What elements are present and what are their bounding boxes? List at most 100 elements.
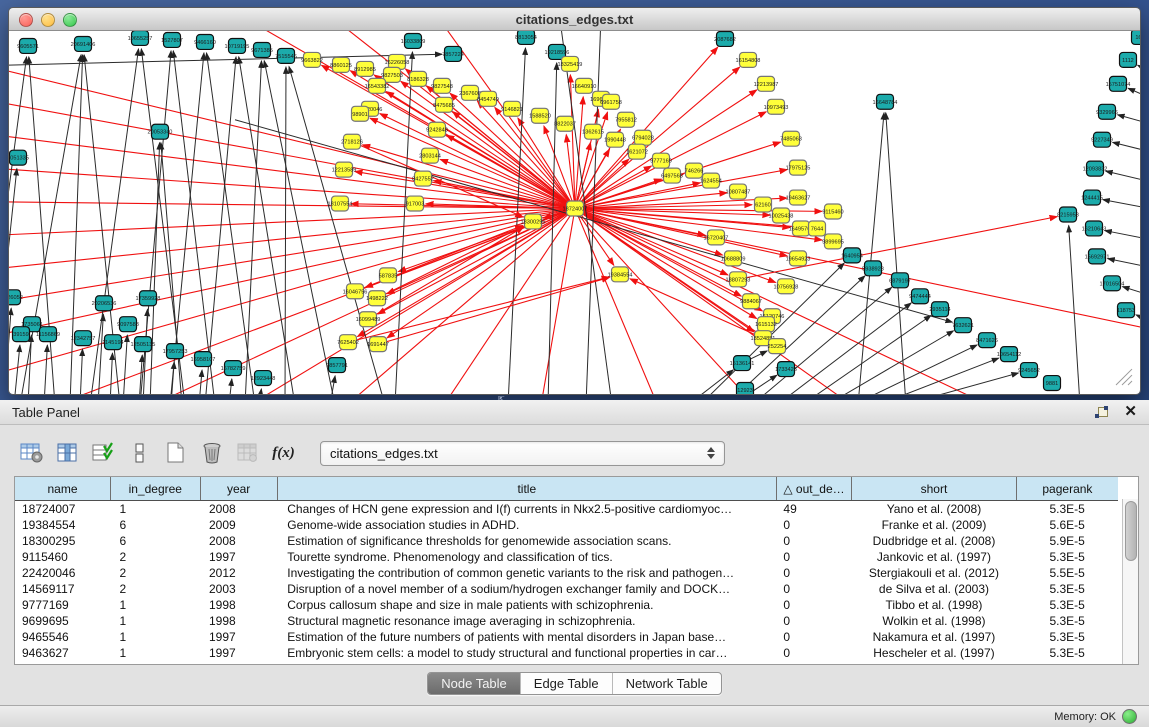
graph-node[interactable]: 12923 bbox=[737, 383, 754, 394]
graph-node[interactable]: 7857224 bbox=[442, 46, 464, 61]
graph-node[interactable]: 5938923 bbox=[862, 261, 884, 276]
table-row[interactable]: 1872400712008Changes of HCN gene express… bbox=[15, 501, 1118, 518]
graph-node[interactable]: 9097588 bbox=[117, 317, 139, 332]
graph-node[interactable]: 12342757 bbox=[71, 331, 96, 346]
graph-node[interactable]: 16210643 bbox=[1082, 221, 1107, 236]
graph-node[interactable]: 1112 bbox=[1120, 52, 1137, 67]
table-settings-button[interactable] bbox=[18, 441, 45, 466]
graph-node[interactable]: 9466160 bbox=[194, 34, 216, 49]
graph-node[interactable]: 1498222 bbox=[366, 291, 388, 306]
graph-node[interactable]: 8860125 bbox=[330, 57, 352, 72]
graph-node[interactable]: 118753 bbox=[1117, 303, 1135, 318]
graph-node[interactable]: 9857791 bbox=[326, 358, 348, 373]
close-panel-icon[interactable]: ✕ bbox=[1124, 406, 1137, 418]
network-window-titlebar[interactable]: citations_edges.txt bbox=[9, 8, 1140, 31]
graph-node[interactable]: 6879197 bbox=[889, 273, 911, 288]
graph-node[interactable]: 8427552 bbox=[412, 171, 434, 186]
graph-node[interactable]: 11156869 bbox=[36, 327, 60, 342]
graph-node[interactable]: 746266 bbox=[685, 163, 704, 178]
tab-node-table[interactable]: Node Table bbox=[428, 673, 520, 694]
graph-node[interactable]: 10756928 bbox=[774, 279, 799, 294]
graph-node[interactable]: 6794028 bbox=[632, 130, 654, 145]
graph-node[interactable]: 10807487 bbox=[726, 184, 751, 199]
graph-node[interactable]: 6497568 bbox=[661, 168, 683, 183]
graph-node[interactable]: 12213987 bbox=[754, 76, 779, 91]
graph-node[interactable]: 17359928 bbox=[136, 291, 161, 306]
graph-node[interactable]: 2935114 bbox=[929, 302, 950, 317]
graph-node[interactable]: 9115460 bbox=[822, 204, 843, 219]
graph-node[interactable]: 1244415 bbox=[1081, 190, 1103, 205]
graph-node[interactable]: 16543382 bbox=[365, 78, 390, 93]
create-new-table-button[interactable] bbox=[162, 441, 189, 466]
graph-node[interactable]: 16046756 bbox=[343, 284, 368, 299]
graph-node[interactable]: 9881 bbox=[1044, 376, 1061, 391]
graph-node[interactable]: 12505135 bbox=[131, 337, 156, 352]
column-header[interactable]: short bbox=[852, 477, 1017, 501]
resize-grip-icon[interactable] bbox=[1116, 369, 1132, 385]
close-window-button[interactable] bbox=[19, 13, 33, 27]
graph-node[interactable]: 9227349 bbox=[1091, 132, 1113, 147]
graph-node[interactable]: 8186328 bbox=[407, 71, 429, 86]
graph-node[interactable]: 10688809 bbox=[721, 251, 746, 266]
table-row[interactable]: 946554611997Estimation of the future num… bbox=[15, 629, 1118, 645]
graph-node[interactable]: 7515546 bbox=[275, 48, 297, 63]
graph-node[interactable]: 8822037 bbox=[554, 116, 576, 131]
graph-node[interactable]: 18107554 bbox=[328, 196, 353, 211]
graph-node[interactable]: 12923448 bbox=[251, 371, 276, 386]
graph-node[interactable]: 9663822 bbox=[301, 52, 323, 67]
graph-node[interactable]: 16640910 bbox=[572, 78, 597, 93]
table-row[interactable]: 977716911998Corpus callosum shape and si… bbox=[15, 597, 1118, 613]
graph-node[interactable]: 7955812 bbox=[615, 112, 637, 127]
graph-node[interactable]: 6961758 bbox=[600, 94, 622, 109]
graph-node[interactable]: 15751074 bbox=[1106, 76, 1131, 91]
select-rows-button[interactable] bbox=[90, 441, 117, 466]
tab-edge-table[interactable]: Edge Table bbox=[520, 673, 612, 694]
graph-node[interactable]: 19654923 bbox=[786, 251, 811, 266]
graph-node[interactable]: 2051335 bbox=[9, 150, 29, 165]
graph-node[interactable]: 10654112 bbox=[997, 347, 1021, 362]
graph-node[interactable]: 20206536 bbox=[92, 296, 117, 311]
table-row[interactable]: 1938455462009Genome-wide association stu… bbox=[15, 517, 1118, 533]
graph-node[interactable]: 8475685 bbox=[433, 97, 455, 112]
graph-node[interactable]: 17016504 bbox=[1100, 276, 1125, 291]
graph-node[interactable]: 17957253 bbox=[163, 344, 188, 359]
graph-node[interactable]: 2087682 bbox=[714, 31, 736, 46]
vertical-scrollbar[interactable] bbox=[1122, 499, 1138, 664]
graph-node[interactable]: 9329966 bbox=[1096, 104, 1118, 119]
graph-node[interactable]: 8454749 bbox=[477, 91, 499, 106]
graph-node[interactable]: 16782759 bbox=[221, 361, 246, 376]
graph-node[interactable]: 1621072 bbox=[626, 144, 648, 159]
graph-node[interactable]: 9827548 bbox=[431, 78, 453, 93]
graph-node[interactable]: 10025438 bbox=[769, 208, 794, 223]
graph-node[interactable]: 2718126 bbox=[341, 134, 363, 149]
graph-node[interactable]: 17975125 bbox=[786, 160, 811, 175]
delete-table-button[interactable] bbox=[198, 441, 225, 466]
graph-node[interactable]: 20053340 bbox=[148, 124, 173, 139]
graph-node[interactable]: 19463627 bbox=[786, 190, 811, 205]
graph-node[interactable]: 10655257 bbox=[128, 31, 153, 45]
graph-node[interactable]: 7485063 bbox=[780, 131, 802, 146]
graph-node[interactable]: 18300295 bbox=[521, 214, 546, 229]
graph-node[interactable]: 9245652 bbox=[1018, 363, 1040, 378]
graph-node[interactable]: 2803144 bbox=[419, 148, 441, 163]
graph-node[interactable]: 9605571 bbox=[17, 38, 39, 53]
graph-node[interactable]: 16720407 bbox=[704, 230, 729, 245]
graph-node[interactable]: 18807293 bbox=[726, 272, 751, 287]
graph-node[interactable]: 16648784 bbox=[873, 94, 898, 109]
graph-node[interactable]: 1640954 bbox=[841, 248, 863, 263]
graph-node[interactable]: 1145194 bbox=[102, 335, 123, 350]
scrollbar-thumb[interactable] bbox=[1125, 501, 1137, 561]
float-panel-icon[interactable] bbox=[1095, 406, 1108, 418]
table-row[interactable]: 946362711997Embryonic stem cells: a mode… bbox=[15, 645, 1118, 661]
graph-node[interactable]: 9777169 bbox=[650, 153, 672, 168]
graph-node[interactable]: 98901 bbox=[352, 106, 369, 121]
graph-node[interactable]: 16154808 bbox=[736, 52, 761, 67]
graph-node[interactable]: 164 bbox=[1132, 31, 1141, 44]
minimize-window-button[interactable] bbox=[41, 13, 55, 27]
table-row[interactable]: 1456911722003Disruption of a novel membe… bbox=[15, 581, 1118, 597]
graph-node[interactable]: 16958107 bbox=[191, 352, 216, 367]
graph-node[interactable]: 62160 bbox=[755, 197, 772, 212]
graph-node[interactable]: 9899695 bbox=[822, 234, 844, 249]
table-row[interactable]: 969969511998Structural magnetic resonanc… bbox=[15, 613, 1118, 629]
graph-node[interactable]: 9146821 bbox=[501, 101, 523, 116]
